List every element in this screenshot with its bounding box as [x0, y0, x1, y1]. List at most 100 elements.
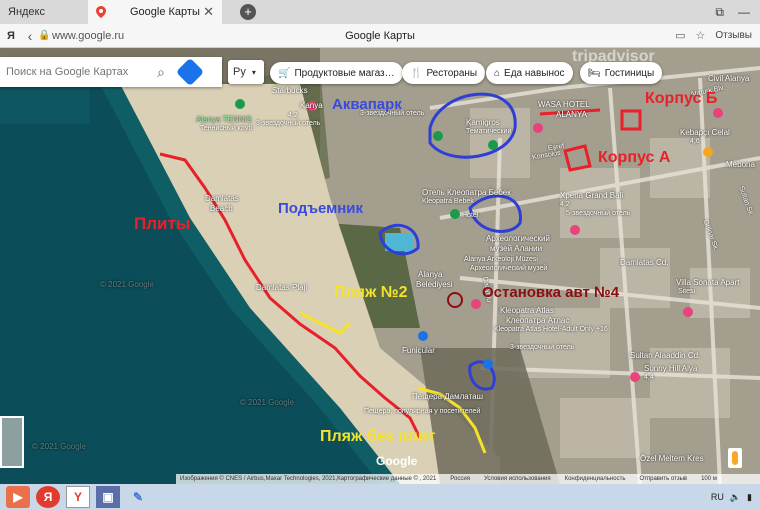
network-icon[interactable]: ▮: [747, 492, 752, 503]
place-label: музей Алании: [490, 244, 543, 253]
fork-knife-icon: 🍴: [410, 67, 423, 79]
media-player-icon[interactable]: ▶: [6, 486, 30, 508]
search-input[interactable]: [0, 66, 150, 78]
reviews-button[interactable]: Отзывы: [715, 30, 752, 41]
place-label: Kleopatra Bebek: [422, 198, 474, 205]
tab-yandex[interactable]: Яндекс: [0, 0, 88, 24]
bookmark-icon[interactable]: ☆: [695, 29, 705, 42]
minimize-icon[interactable]: —: [738, 5, 750, 20]
tabs-icon[interactable]: ⧉: [715, 5, 724, 20]
attribution-imagery: Изображения © CNES / Airbus,Maxar Techno…: [180, 476, 437, 482]
attribution-country[interactable]: Россия: [450, 476, 470, 482]
place-label: 4,2: [288, 112, 298, 119]
place-label: Теннисный клуб: [200, 125, 253, 132]
url-field[interactable]: www.google.ru: [52, 30, 124, 42]
place-label[interactable]: Starbucks: [272, 86, 308, 95]
place-label[interactable]: Civil Alanya: [708, 74, 749, 83]
place-label[interactable]: Damlatas Plaji: [256, 283, 307, 292]
place-label: Клеопатра Атлас: [506, 316, 570, 325]
place-label[interactable]: Alanya TENNIS: [196, 115, 252, 124]
annotation-plity: Плиты: [134, 214, 191, 233]
address-bar: Я ‹ 🔒 www.google.ru Google Карты ▭ ☆ Отз…: [0, 24, 760, 48]
bed-icon: 🛏: [588, 67, 601, 79]
map-view[interactable]: Starbucks Alanya TENNIS Теннисный клуб K…: [0, 48, 760, 484]
annotation-korpus-b: Корпус Б: [645, 90, 718, 107]
chip-label: Продуктовые магаз…: [294, 67, 395, 79]
browser-tab-bar: Яндекс Google Карты ✕ + ⧉ —: [0, 0, 760, 24]
place-label: 5-звездочный отель: [566, 210, 631, 217]
place-label[interactable]: Özel Meltem Kres: [640, 454, 704, 463]
place-label: Пещера, популярная у посетителей: [364, 408, 481, 415]
place-label: 3-звездочный отель: [256, 120, 321, 127]
place-label[interactable]: Alanya: [418, 270, 442, 279]
place-label[interactable]: Kamigros: [466, 118, 500, 127]
place-label: Sitesi: [678, 288, 696, 295]
place-label: Археологический музей: [470, 265, 548, 272]
feedback-link[interactable]: Отправить отзыв: [639, 476, 687, 482]
copyright-watermark: © 2021 Google: [240, 398, 294, 407]
lock-icon: 🔒: [38, 30, 51, 41]
tab-google-maps[interactable]: Google Карты ✕: [88, 0, 222, 24]
language-indicator[interactable]: RU: [711, 492, 724, 502]
place-label: Тематический: [466, 128, 512, 135]
place-label[interactable]: Mebona: [726, 160, 755, 169]
reader-icon[interactable]: ▭: [675, 29, 685, 42]
google-maps-icon: [96, 6, 106, 18]
tab-label: Google Карты: [130, 6, 200, 18]
annotation-lift: Подъемник: [278, 200, 364, 217]
street-label: Damlatas Cd.: [620, 258, 669, 267]
place-label[interactable]: Sunny Hill Alya: [644, 364, 697, 373]
cart-icon: 🛒: [278, 67, 291, 79]
directions-icon[interactable]: [175, 57, 205, 87]
copyright-watermark: © 2021 Google: [32, 442, 86, 451]
place-label: 4,6: [690, 138, 700, 145]
yandex-icon[interactable]: Я: [36, 486, 60, 508]
privacy-link[interactable]: Конфиденциальность: [565, 476, 626, 482]
yandex-browser-icon[interactable]: Y: [66, 486, 90, 508]
language-select[interactable]: Ру ▾: [228, 60, 264, 84]
place-label[interactable]: WASA HOTEL: [538, 100, 590, 109]
chip-grocery[interactable]: 🛒 Продуктовые магаз…: [270, 62, 403, 84]
place-label[interactable]: Отель Клеопатра Бебек: [422, 188, 511, 197]
place-label[interactable]: Villa Sonata Apart: [676, 278, 739, 287]
chip-takeout[interactable]: ⌂ Еда навынос: [486, 62, 573, 84]
place-label[interactable]: Funicular: [402, 346, 435, 355]
language-value: Ру: [233, 66, 246, 78]
place-label: Alanya Arkeoloji Müzesi: [464, 256, 538, 263]
place-label[interactable]: Xperia Grand Bali: [560, 191, 623, 200]
street-label: Sultan Alaaddin Cd.: [630, 351, 701, 360]
tripadvisor-watermark: tripadvisor: [572, 48, 655, 65]
terms-link[interactable]: Условия использования: [484, 476, 551, 482]
chip-label: Рестораны: [426, 67, 478, 79]
place-label[interactable]: Kanya: [300, 101, 323, 110]
pegman-icon[interactable]: [728, 448, 742, 468]
annotation-korpus-a: Корпус А: [598, 149, 671, 166]
system-tray: RU 🔈 ▮: [711, 492, 760, 503]
place-label: 4,4: [644, 374, 654, 381]
place-label[interactable]: Damlatas: [205, 194, 239, 203]
paint-icon[interactable]: ✎: [126, 486, 150, 508]
yandex-logo-icon[interactable]: Я: [0, 30, 22, 42]
annotation-beach-2: Пляж №2: [334, 284, 408, 301]
save-icon[interactable]: ▣: [96, 486, 120, 508]
close-tab-icon[interactable]: ✕: [203, 4, 214, 20]
place-label[interactable]: Пещера Дамлаташ: [412, 392, 483, 401]
chip-restaurants[interactable]: 🍴 Рестораны: [402, 62, 486, 84]
place-label[interactable]: Kleopatra Atlas: [500, 306, 554, 315]
search-box: ⌕: [0, 57, 222, 87]
search-icon[interactable]: ⌕: [150, 64, 172, 81]
annotation-aquapark: Аквапарк: [332, 96, 402, 113]
google-logo: Google: [376, 454, 418, 468]
annotation-beach-no-plates: Пляж без плит: [320, 428, 436, 445]
place-label[interactable]: Kebapçı Celal: [680, 128, 730, 137]
place-label[interactable]: Археологический: [486, 234, 550, 243]
volume-icon[interactable]: 🔈: [730, 492, 741, 503]
back-icon[interactable]: ‹: [22, 28, 38, 44]
new-tab-button[interactable]: +: [240, 4, 256, 20]
copyright-watermark: © 2021 Google: [100, 280, 154, 289]
map-attribution: Изображения © CNES / Airbus,Maxar Techno…: [176, 474, 760, 484]
annotation-bus-stop: Остановка авт №4: [482, 284, 620, 301]
place-label: Kleopatra Atlas Hotel-Adult Only +16: [494, 326, 608, 333]
layers-button[interactable]: [0, 416, 24, 468]
scale-label[interactable]: 100 м: [701, 476, 717, 482]
